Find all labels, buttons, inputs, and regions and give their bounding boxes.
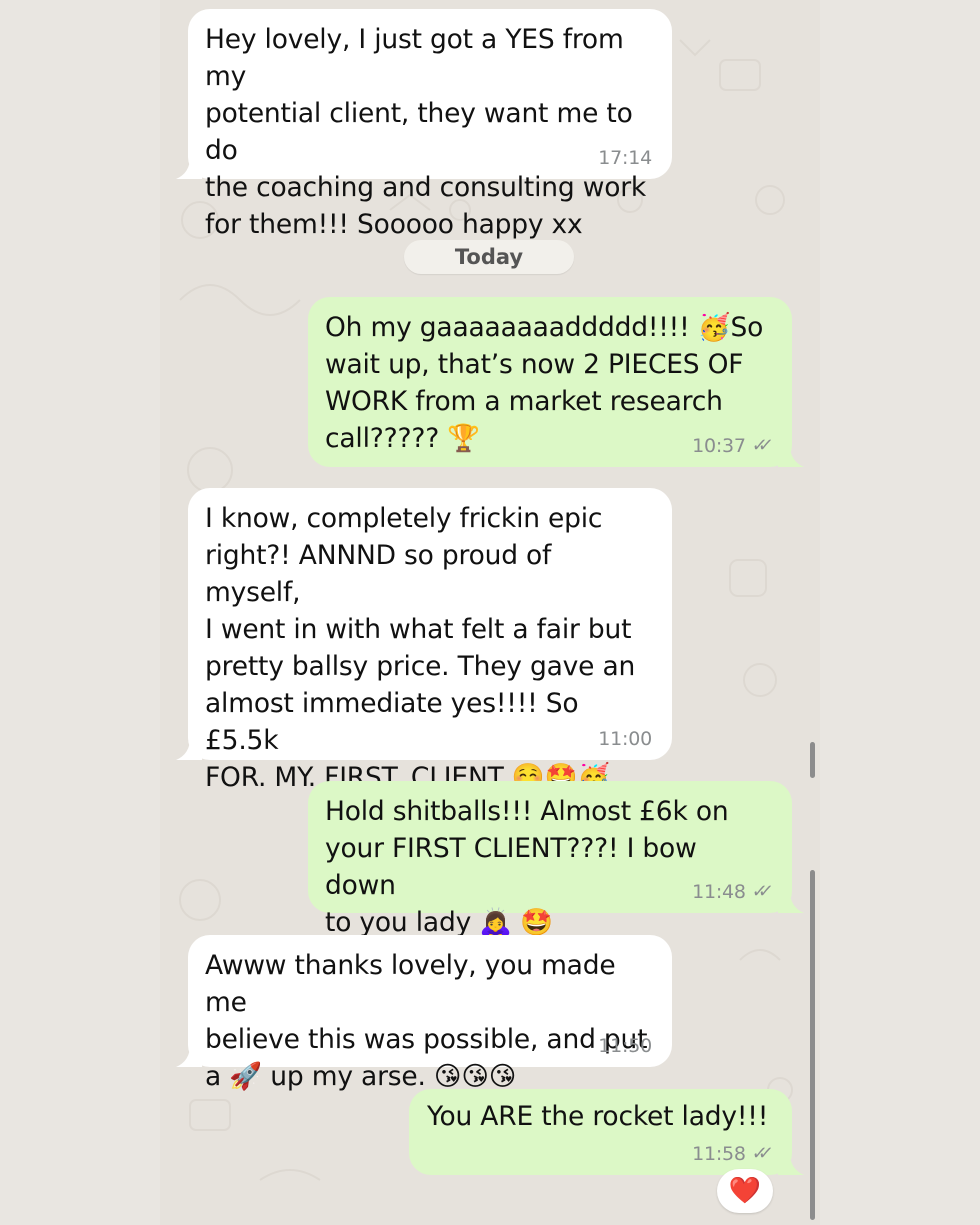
message-time: 11:00 [598, 728, 652, 750]
message-text: I know, completely frickin epic right?! … [205, 503, 636, 793]
message-meta: 11:48 ✓✓ [692, 881, 772, 903]
message-bubble-incoming[interactable]: Hey lovely, I just got a YES from my pot… [176, 9, 672, 240]
left-margin [0, 0, 160, 1225]
message-bubble-incoming[interactable]: I know, completely frickin epic right?! … [176, 488, 672, 793]
message-time: 11:50 [598, 1035, 652, 1057]
heart-icon[interactable]: ❤️ [717, 1169, 773, 1213]
message-bubble-outgoing[interactable]: Hold shitballs!!! Almost £6k on your FIR… [308, 781, 804, 938]
message-meta: 10:37 ✓✓ [692, 435, 772, 457]
bubble-tail [176, 1045, 202, 1067]
message-time: 11:48 [692, 881, 746, 903]
date-separator: Today [404, 240, 574, 274]
message-bubble-incoming[interactable]: Awww thanks lovely, you made me believe … [176, 935, 672, 1092]
message-meta: 11:50 [598, 1035, 652, 1057]
scrollbar-thumb[interactable] [810, 870, 815, 1220]
right-margin [820, 0, 980, 1225]
bubble-tail [176, 157, 202, 179]
message-text: Hey lovely, I just got a YES from my pot… [205, 24, 647, 240]
message-time: 11:58 [692, 1143, 746, 1165]
bubble-tail [778, 445, 804, 467]
message-text: Hold shitballs!!! Almost £6k on your FIR… [325, 796, 729, 938]
bubble-tail [778, 1153, 804, 1175]
double-check-icon: ✓✓ [750, 435, 766, 456]
message-text: Awww thanks lovely, you made me believe … [205, 950, 648, 1092]
chat-area[interactable]: Hey lovely, I just got a YES from my pot… [160, 0, 820, 1225]
message-bubble-outgoing[interactable]: Oh my gaaaaaaaaddddd!!!! 🥳So wait up, th… [308, 297, 804, 467]
bubble-tail [176, 738, 202, 760]
message-text: You ARE the rocket lady!!! [427, 1101, 769, 1132]
message-meta: 11:58 ✓✓ [692, 1143, 772, 1165]
message-time: 10:37 [692, 435, 746, 457]
message-bubble-outgoing[interactable]: You ARE the rocket lady!!! 11:58 ✓✓ [409, 1089, 804, 1175]
message-meta: 17:14 [598, 147, 652, 169]
message-meta: 11:00 [598, 728, 652, 750]
bubble-tail [778, 891, 804, 913]
double-check-icon: ✓✓ [750, 1143, 766, 1164]
scrollbar-track-top[interactable] [810, 742, 815, 778]
message-time: 17:14 [598, 147, 652, 169]
double-check-icon: ✓✓ [750, 881, 766, 902]
